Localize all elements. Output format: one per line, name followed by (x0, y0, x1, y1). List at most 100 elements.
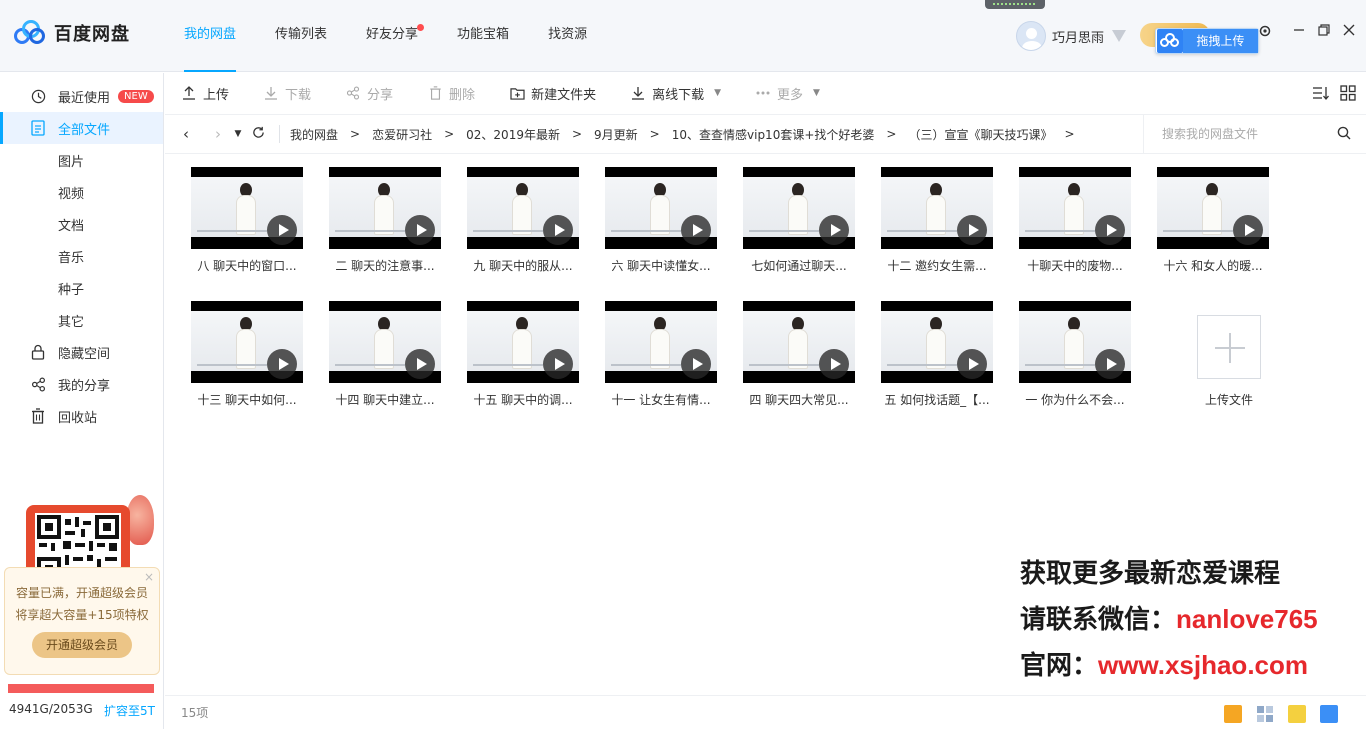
video-thumbnail[interactable] (743, 167, 855, 249)
video-thumbnail[interactable] (1019, 167, 1131, 249)
video-file-item[interactable]: 十四 聊天中建立... (317, 289, 445, 409)
user-info[interactable]: 巧月思雨 (1016, 21, 1127, 51)
search-icon[interactable] (1337, 126, 1353, 142)
video-thumbnail[interactable] (1019, 301, 1131, 383)
expand-capacity-link[interactable]: 扩容至5T (104, 702, 155, 719)
video-thumbnail[interactable] (467, 167, 579, 249)
sidebar-item-recycle-bin[interactable]: 回收站 (0, 400, 163, 432)
back-arrow-icon[interactable]: ‹ (175, 125, 197, 143)
upload-button[interactable]: 上传 (181, 84, 229, 103)
file-name[interactable]: 七如何通过聊天... (731, 257, 867, 274)
play-icon[interactable] (819, 215, 849, 245)
sidebar-item-all-files[interactable]: 全部文件 (0, 112, 163, 144)
history-dropdown-icon[interactable]: ▼ (231, 129, 245, 139)
upload-file-tile[interactable]: 上传文件 (1169, 289, 1297, 409)
video-file-item[interactable]: 十聊天中的废物... (1007, 155, 1135, 275)
sidebar-item-images[interactable]: 图片 (0, 144, 163, 176)
sidebar-item-recent[interactable]: 最近使用 NEW (0, 80, 163, 112)
file-name[interactable]: 十一 让女生有情... (593, 391, 729, 408)
breadcrumb-item[interactable]: 我的网盘 (290, 126, 338, 143)
upload-arrow-icon[interactable] (1288, 705, 1306, 723)
video-file-item[interactable]: 六 聊天中读懂女... (593, 155, 721, 275)
sidebar-item-documents[interactable]: 文档 (0, 208, 163, 240)
file-name[interactable]: 八 聊天中的窗口... (179, 257, 315, 274)
video-thumbnail[interactable] (329, 167, 441, 249)
avatar[interactable] (1016, 21, 1046, 51)
play-icon[interactable] (1233, 215, 1263, 245)
video-thumbnail[interactable] (605, 301, 717, 383)
delete-button[interactable]: 删除 (427, 84, 475, 103)
video-file-item[interactable]: 四 聊天四大常见... (731, 289, 859, 409)
offline-download-button[interactable]: 离线下载 ▼ (630, 84, 721, 103)
file-name[interactable]: 四 聊天四大常见... (731, 391, 867, 408)
play-icon[interactable] (957, 349, 987, 379)
video-file-item[interactable]: 七如何通过聊天... (731, 155, 859, 275)
video-thumbnail[interactable] (467, 301, 579, 383)
sidebar-item-hidden-space[interactable]: 隐藏空间 (0, 336, 163, 368)
file-name[interactable]: 五 如何找话题_【... (869, 391, 1005, 408)
more-button[interactable]: 更多 ▼ (755, 84, 820, 103)
video-thumbnail[interactable] (605, 167, 717, 249)
file-name[interactable]: 十五 聊天中的调... (455, 391, 591, 408)
mascot-icon[interactable] (1224, 705, 1242, 723)
play-icon[interactable] (681, 215, 711, 245)
new-folder-button[interactable]: 新建文件夹 (509, 84, 596, 103)
play-icon[interactable] (405, 215, 435, 245)
play-icon[interactable] (819, 349, 849, 379)
share-button[interactable]: 分享 (345, 84, 393, 103)
file-name[interactable]: 二 聊天的注意事... (317, 257, 453, 274)
play-icon[interactable] (1095, 349, 1125, 379)
video-thumbnail[interactable] (191, 167, 303, 249)
file-name[interactable]: 十四 聊天中建立... (317, 391, 453, 408)
play-icon[interactable] (543, 349, 573, 379)
breadcrumb-item[interactable]: 10、查查情感vip10套课+找个好老婆 (672, 126, 875, 143)
file-name[interactable]: 十三 聊天中如何... (179, 391, 315, 408)
video-thumbnail[interactable] (743, 301, 855, 383)
nav-transfer-list[interactable]: 传输列表 (261, 0, 341, 72)
minimize-icon[interactable] (1289, 24, 1309, 40)
video-thumbnail[interactable] (881, 301, 993, 383)
file-name[interactable]: 九 聊天中的服从... (455, 257, 591, 274)
nav-toolbox[interactable]: 功能宝箱 (443, 0, 523, 72)
close-icon[interactable] (1339, 24, 1359, 40)
breadcrumb-item-current[interactable]: （三）宣宣《聊天技巧课》 (908, 126, 1052, 143)
nav-my-disk[interactable]: 我的网盘 (170, 0, 250, 72)
breadcrumb-item[interactable]: 恋爱研习社 (372, 126, 432, 143)
forward-arrow-icon[interactable]: › (207, 125, 229, 143)
file-name[interactable]: 一 你为什么不会... (1007, 391, 1143, 408)
breadcrumb-item[interactable]: 9月更新 (594, 126, 638, 143)
video-file-item[interactable]: 十一 让女生有情... (593, 289, 721, 409)
video-file-item[interactable]: 十二 邀约女生需... (869, 155, 997, 275)
play-icon[interactable] (267, 349, 297, 379)
sidebar-item-torrents[interactable]: 种子 (0, 272, 163, 304)
video-file-item[interactable]: 五 如何找话题_【... (869, 289, 997, 409)
drag-upload-float[interactable]: 拖拽上传 (1155, 28, 1259, 54)
upgrade-vip-button[interactable]: 开通超级会员 (32, 632, 132, 658)
nav-find-resources[interactable]: 找资源 (534, 0, 601, 72)
video-file-item[interactable]: 十六 和女人的暧... (1145, 155, 1273, 275)
search-input[interactable] (1144, 115, 1314, 153)
sidebar-item-music[interactable]: 音乐 (0, 240, 163, 272)
video-thumbnail[interactable] (191, 301, 303, 383)
play-icon[interactable] (957, 215, 987, 245)
video-file-item[interactable]: 九 聊天中的服从... (455, 155, 583, 275)
lock-icon[interactable] (1320, 705, 1338, 723)
video-file-item[interactable]: 十五 聊天中的调... (455, 289, 583, 409)
sort-icon[interactable] (1312, 85, 1330, 101)
play-icon[interactable] (543, 215, 573, 245)
video-thumbnail[interactable] (881, 167, 993, 249)
refresh-icon[interactable] (247, 125, 269, 143)
video-thumbnail[interactable] (1157, 167, 1269, 249)
close-icon[interactable]: × (144, 570, 154, 584)
play-icon[interactable] (405, 349, 435, 379)
sidebar-item-my-shares[interactable]: 我的分享 (0, 368, 163, 400)
video-file-item[interactable]: 一 你为什么不会... (1007, 289, 1135, 409)
username[interactable]: 巧月思雨 (1052, 27, 1104, 46)
file-name[interactable]: 六 聊天中读懂女... (593, 257, 729, 274)
maximize-icon[interactable] (1314, 24, 1334, 40)
download-button[interactable]: 下载 (263, 84, 311, 103)
file-name[interactable]: 十二 邀约女生需... (869, 257, 1005, 274)
grid-view-icon[interactable] (1340, 85, 1356, 101)
settings-gear-icon[interactable] (1255, 24, 1275, 42)
play-icon[interactable] (267, 215, 297, 245)
